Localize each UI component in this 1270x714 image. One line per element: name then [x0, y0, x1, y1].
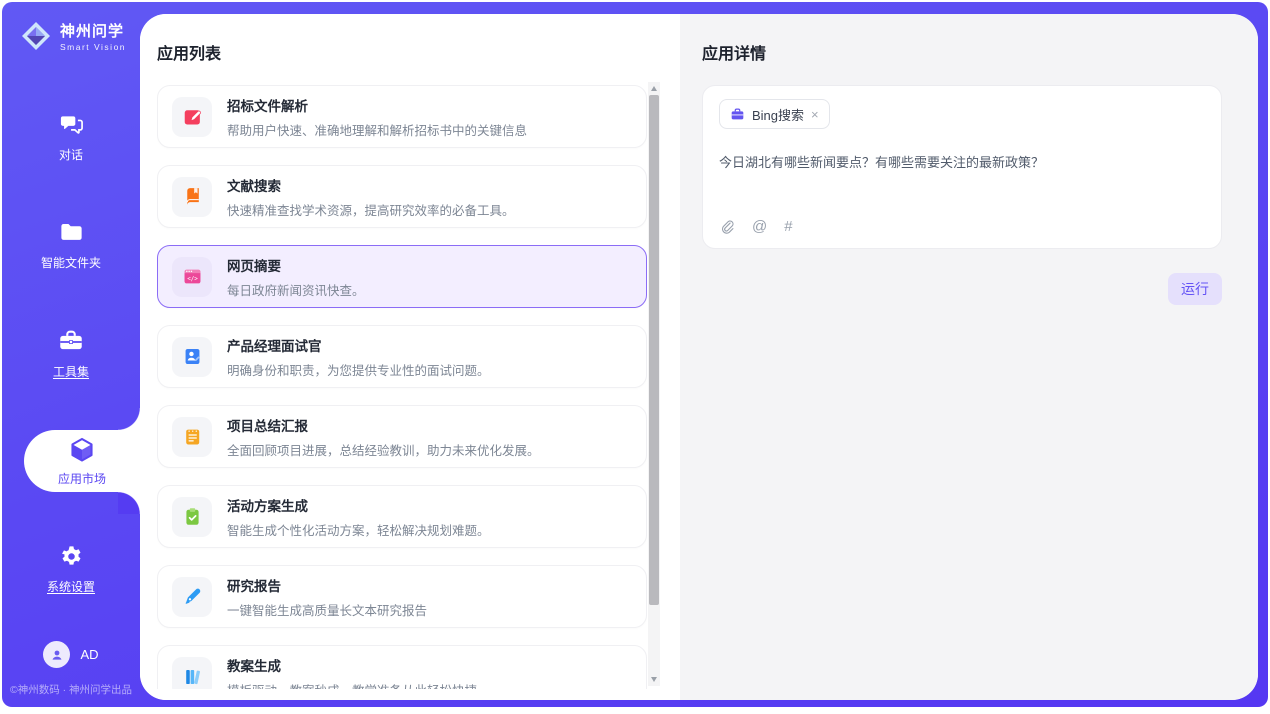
chat-icon	[58, 111, 85, 138]
prompt-card: Bing搜索 × 今日湖北有哪些新闻要点？有哪些需要关注的最新政策？ @ #	[702, 85, 1222, 249]
sidebar-item-label: 智能文件夹	[41, 254, 101, 271]
toolbox-icon	[57, 327, 85, 355]
sidebar-item-app-market[interactable]: 应用市场	[24, 430, 140, 492]
app-desc: 模板驱动，教案秒成，教学准备从此轻松快捷	[227, 680, 477, 690]
sidebar: 神州问学 Smart Vision 对话 智能文件夹	[2, 2, 140, 707]
sidebar-item-chat[interactable]: 对话	[2, 83, 140, 191]
triangle-down-icon	[651, 677, 657, 682]
prompt-toolbar: @ #	[719, 218, 793, 235]
app-name: 网页摘要	[227, 255, 365, 275]
run-row: 运行	[702, 273, 1222, 305]
svg-text:</>: </>	[187, 276, 198, 282]
close-icon[interactable]: ×	[811, 108, 819, 121]
clipboard-check-icon	[172, 497, 212, 537]
app-desc: 全面回顾项目进展，总结经验教训，助力未来优化发展。	[227, 440, 540, 459]
sidebar-item-toolset[interactable]: 工具集	[2, 299, 140, 407]
book-icon	[172, 177, 212, 217]
app-name: 教案生成	[227, 655, 477, 675]
paperclip-icon[interactable]	[719, 219, 735, 235]
books-icon	[172, 657, 212, 690]
mention-icon[interactable]: @	[752, 218, 767, 235]
app-list-item-research-report[interactable]: 研究报告 一键智能生成高质量长文本研究报告	[157, 565, 647, 628]
app-window: 神州问学 Smart Vision 对话 智能文件夹	[2, 2, 1268, 707]
folder-icon	[58, 219, 85, 246]
app-name: 活动方案生成	[227, 495, 490, 515]
app-list-item-web-summary[interactable]: </> 网页摘要 每日政府新闻资讯快查。	[157, 245, 647, 308]
brand-diamond-icon	[20, 20, 52, 52]
browser-code-icon: </>	[172, 257, 212, 297]
app-name: 文献搜索	[227, 175, 515, 195]
sidebar-item-label: 对话	[59, 146, 83, 163]
app-list-panel: 应用列表 招标文件解析 帮助用户快速、准确地理解和解析招标书中的关键信息	[140, 14, 680, 700]
app-desc: 每日政府新闻资讯快查。	[227, 280, 365, 299]
app-list-item-pm-interviewer[interactable]: 产品经理面试官 明确身份和职责，为您提供专业性的面试问题。	[157, 325, 647, 388]
app-desc: 明确身份和职责，为您提供专业性的面试问题。	[227, 360, 490, 379]
sidebar-nav: 对话 智能文件夹 工具集	[2, 83, 140, 623]
main-content: 应用列表 招标文件解析 帮助用户快速、准确地理解和解析招标书中的关键信息	[140, 14, 1258, 700]
cube-icon	[67, 435, 97, 465]
interviewer-icon	[172, 337, 212, 377]
gear-icon	[58, 543, 85, 570]
user-initials: AD	[80, 647, 98, 662]
sidebar-item-label: 工具集	[53, 363, 89, 380]
brand-name: 神州问学	[60, 20, 126, 41]
tool-tag-bing-search[interactable]: Bing搜索 ×	[719, 99, 830, 129]
scrollbar-down-button[interactable]	[648, 673, 660, 686]
brand-logo: 神州问学 Smart Vision	[2, 2, 140, 58]
app-desc: 快速精准查找学术资源，提高研究效率的必备工具。	[227, 200, 515, 219]
person-icon	[49, 647, 65, 663]
edit-document-icon	[172, 97, 212, 137]
tool-tag-label: Bing搜索	[752, 105, 804, 124]
scrollbar-up-button[interactable]	[648, 82, 660, 95]
app-list-item-literature-search[interactable]: 文献搜索 快速精准查找学术资源，提高研究效率的必备工具。	[157, 165, 647, 228]
app-list: 招标文件解析 帮助用户快速、准确地理解和解析招标书中的关键信息 文献搜索	[157, 85, 647, 689]
app-name: 产品经理面试官	[227, 335, 490, 355]
app-name: 招标文件解析	[227, 95, 527, 115]
sidebar-item-label: 系统设置	[47, 578, 95, 595]
app-desc: 帮助用户快速、准确地理解和解析招标书中的关键信息	[227, 120, 527, 139]
avatar	[43, 641, 70, 668]
app-name: 研究报告	[227, 575, 427, 595]
brand-subtitle: Smart Vision	[60, 42, 126, 52]
notepad-icon	[172, 417, 212, 457]
hash-icon[interactable]: #	[784, 218, 792, 235]
list-scrollbar	[648, 82, 660, 686]
sidebar-item-smart-folder[interactable]: 智能文件夹	[2, 191, 140, 299]
app-detail-panel: 应用详情 Bing搜索 × 今日湖北有哪些新闻要点？有哪些需要关注的最新政策？	[680, 14, 1258, 700]
query-text[interactable]: 今日湖北有哪些新闻要点？有哪些需要关注的最新政策？	[719, 152, 1205, 171]
sidebar-spacer	[2, 623, 140, 641]
run-button[interactable]: 运行	[1168, 273, 1222, 305]
app-detail-title: 应用详情	[702, 40, 1222, 64]
sidebar-footer: ©神州数码 · 神州问学出品	[2, 682, 140, 697]
app-desc: 智能生成个性化活动方案，轻松解决规划难题。	[227, 520, 490, 539]
triangle-up-icon	[651, 86, 657, 91]
scrollbar-thumb[interactable]	[649, 95, 659, 605]
app-list-title: 应用列表	[157, 40, 680, 64]
app-name: 项目总结汇报	[227, 415, 540, 435]
app-list-item-bid-parse[interactable]: 招标文件解析 帮助用户快速、准确地理解和解析招标书中的关键信息	[157, 85, 647, 148]
sidebar-item-label: 应用市场	[58, 470, 106, 487]
app-desc: 一键智能生成高质量长文本研究报告	[227, 600, 427, 619]
app-list-item-lesson-plan[interactable]: 教案生成 模板驱动，教案秒成，教学准备从此轻松快捷	[157, 645, 647, 689]
sidebar-item-settings[interactable]: 系统设置	[2, 515, 140, 623]
briefcase-icon	[730, 107, 745, 122]
user-profile[interactable]: AD	[2, 641, 140, 668]
pen-icon	[172, 577, 212, 617]
app-list-item-event-plan[interactable]: 活动方案生成 智能生成个性化活动方案，轻松解决规划难题。	[157, 485, 647, 548]
app-list-item-project-summary[interactable]: 项目总结汇报 全面回顾项目进展，总结经验教训，助力未来优化发展。	[157, 405, 647, 468]
